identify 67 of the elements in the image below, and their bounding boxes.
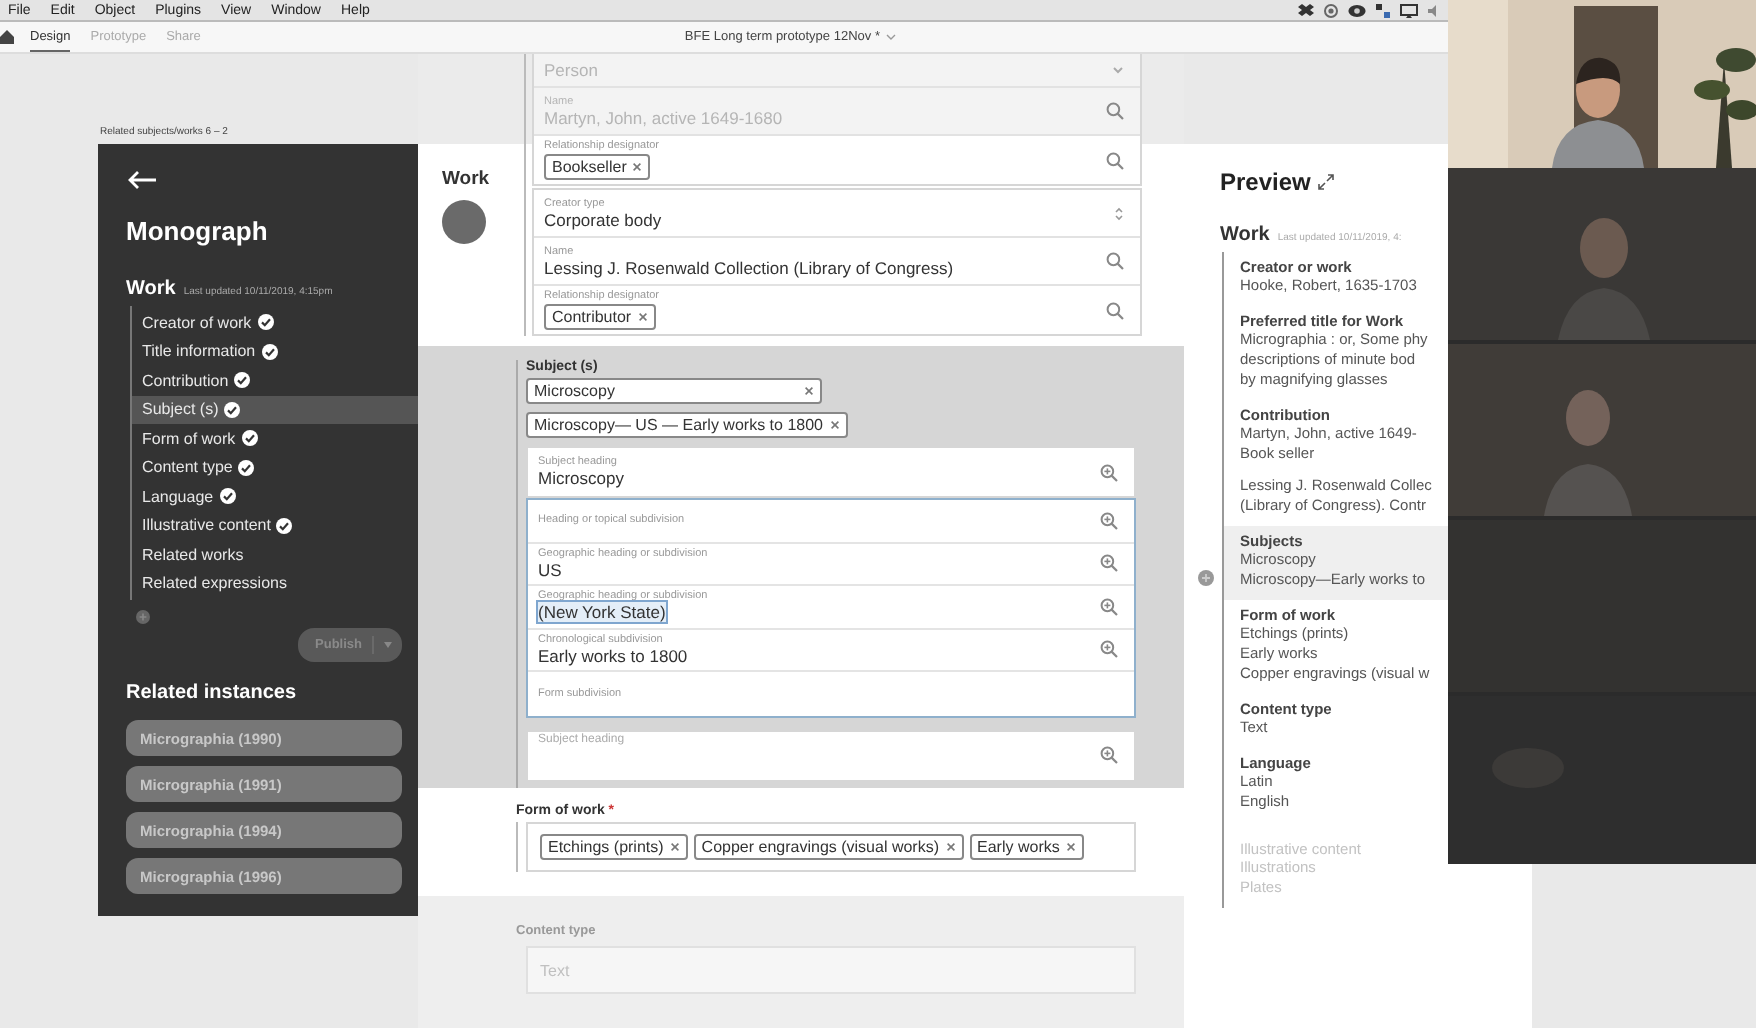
search-icon[interactable] <box>1106 102 1124 120</box>
tag-chip[interactable]: Contributor <box>544 304 656 330</box>
nav-item[interactable]: Subject (s) <box>132 395 418 424</box>
nav-item[interactable]: Related expressions <box>132 569 418 598</box>
close-icon[interactable] <box>632 162 643 172</box>
close-icon[interactable] <box>829 420 839 430</box>
zoom-in-icon[interactable] <box>1100 511 1118 530</box>
field-value[interactable]: Corporate body <box>544 209 1114 229</box>
check-icon <box>257 314 274 331</box>
nav-item[interactable]: Content type <box>132 453 418 482</box>
tag-chip[interactable]: Early works <box>969 834 1084 860</box>
nav-item[interactable]: Illustrative content <box>132 511 418 540</box>
close-icon[interactable] <box>945 842 956 852</box>
field-value[interactable]: Early works to 1800 <box>538 645 688 666</box>
nav-item[interactable]: Language <box>132 482 418 511</box>
tag-chip[interactable]: Copper engravings (visual works) <box>693 834 964 860</box>
updown-icon[interactable] <box>1114 205 1124 221</box>
search-icon[interactable] <box>1106 151 1124 169</box>
check-icon <box>241 430 258 447</box>
search-icon[interactable] <box>1106 252 1124 270</box>
check-icon <box>261 343 278 360</box>
field-value[interactable]: Microscopy <box>538 468 1100 488</box>
zoom-in-icon[interactable] <box>1100 746 1118 764</box>
close-icon[interactable] <box>669 842 680 852</box>
work-label: Work <box>442 168 492 190</box>
section-title: Work <box>1220 224 1270 246</box>
close-icon[interactable] <box>1065 842 1076 852</box>
search-icon[interactable] <box>1106 301 1124 319</box>
circle-icon[interactable] <box>1324 3 1338 17</box>
nav-item[interactable]: Title information <box>132 337 418 366</box>
nav-item[interactable]: Form of work <box>132 424 418 453</box>
nav-item[interactable]: Related works <box>132 540 418 569</box>
tag-field[interactable]: Etchings (prints) Copper engravings (visual works) Early works <box>526 822 1136 872</box>
home-icon[interactable] <box>0 30 14 44</box>
screen-icon[interactable] <box>1400 3 1418 17</box>
sound-icon[interactable] <box>1428 3 1440 17</box>
nav-item[interactable]: Creator of work <box>132 308 418 337</box>
caret-icon[interactable] <box>384 642 392 648</box>
tag-chip[interactable]: Bookseller <box>544 154 651 180</box>
preview-title: Preview <box>1220 168 1311 196</box>
field-value[interactable]: US <box>538 559 562 580</box>
expand-icon[interactable] <box>1318 174 1335 190</box>
check-icon <box>224 401 241 418</box>
check-icon <box>219 488 236 505</box>
tag-chip[interactable]: Microscopy <box>526 378 822 404</box>
field-value[interactable]: (New York State) <box>538 602 666 623</box>
zoom-in-icon[interactable] <box>1100 597 1118 616</box>
caret-icon[interactable] <box>885 34 896 40</box>
close-icon[interactable] <box>804 386 814 396</box>
tag-chip[interactable]: Microscopy— US — Early works to 1800 <box>526 412 847 438</box>
zoom-in-icon[interactable] <box>1100 554 1118 573</box>
check-icon <box>234 372 251 389</box>
eye-icon[interactable] <box>1348 3 1366 17</box>
zoom-in-icon[interactable] <box>1100 640 1118 659</box>
tag-chip[interactable]: Etchings (prints) <box>540 834 688 860</box>
zoom-in-icon[interactable] <box>1100 463 1118 481</box>
check-icon <box>276 517 293 534</box>
check-icon <box>238 459 255 476</box>
back-arrow-icon[interactable] <box>126 170 158 190</box>
avatar-circle <box>442 200 486 244</box>
section-title: Work <box>126 278 176 300</box>
nav-item[interactable]: Contribution <box>132 366 418 395</box>
sidebar-title: Monograph <box>126 216 270 246</box>
close-icon[interactable] <box>637 312 648 322</box>
add-icon[interactable] <box>136 610 150 624</box>
field-value[interactable]: Lessing J. Rosenwald Collection (Library of Congress) <box>544 257 1106 277</box>
section-title: Related instances <box>126 682 299 704</box>
